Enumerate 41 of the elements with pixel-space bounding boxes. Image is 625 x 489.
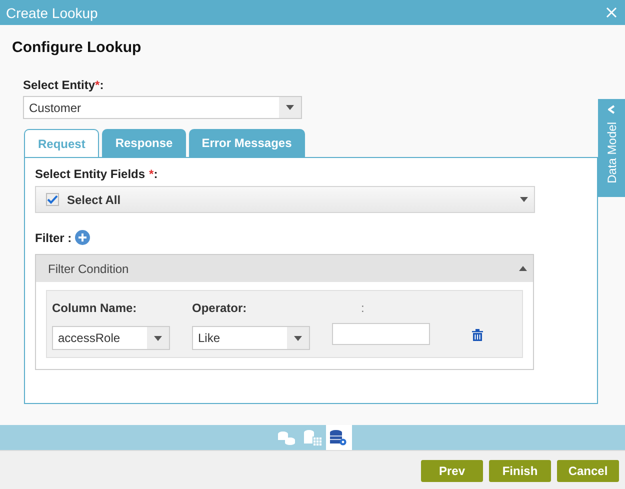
caret-icon xyxy=(294,336,302,340)
add-icon[interactable] xyxy=(74,230,90,245)
label-colon: : xyxy=(100,78,104,92)
required-mark: * xyxy=(149,167,154,181)
input-field[interactable] xyxy=(332,323,430,345)
filter-label: Filter : xyxy=(35,230,72,244)
entity-dropdown[interactable]: Customer xyxy=(23,96,302,119)
step-tab[interactable] xyxy=(326,425,352,450)
field-label: Column Name: xyxy=(52,301,138,315)
heading: Configure Lookup xyxy=(12,39,142,56)
label-colon: : xyxy=(154,167,158,181)
database-gear-icon xyxy=(330,430,347,446)
check-icon xyxy=(47,195,58,204)
tab[interactable]: Response xyxy=(102,129,186,157)
footer-button[interactable]: Finish xyxy=(489,460,551,482)
fields-dropdown[interactable]: Select All xyxy=(35,186,535,213)
side-panel-tab[interactable]: Data Model xyxy=(598,99,625,197)
caret-icon xyxy=(519,266,527,271)
caret-icon xyxy=(520,197,528,202)
chevron-icon xyxy=(608,105,615,114)
dropdown[interactable]: accessRole xyxy=(52,326,170,350)
required-mark: * xyxy=(95,78,100,92)
footer-button[interactable]: Cancel xyxy=(557,460,619,482)
tab[interactable]: Request xyxy=(24,129,100,158)
caret-icon xyxy=(286,105,294,110)
tab[interactable]: Error Messages xyxy=(188,129,305,157)
side-panel-label: Data Model xyxy=(604,122,618,184)
database-icon xyxy=(278,430,295,444)
window-title: Create Lookup xyxy=(6,4,98,20)
trash-icon[interactable] xyxy=(472,329,483,341)
close-icon[interactable] xyxy=(606,7,617,18)
footer-button[interactable]: Prev xyxy=(421,460,483,482)
filter-condition-header[interactable]: Filter Condition xyxy=(36,255,533,282)
caret-icon xyxy=(154,336,162,340)
field-label: Select Entity Fields xyxy=(35,167,146,181)
field-label: Select Entity xyxy=(23,78,96,92)
field-label: : xyxy=(360,301,366,315)
database-table-icon xyxy=(304,430,322,446)
field-label: Operator: xyxy=(192,301,248,315)
dropdown[interactable]: Like xyxy=(192,326,310,350)
checkbox[interactable] xyxy=(46,193,59,206)
